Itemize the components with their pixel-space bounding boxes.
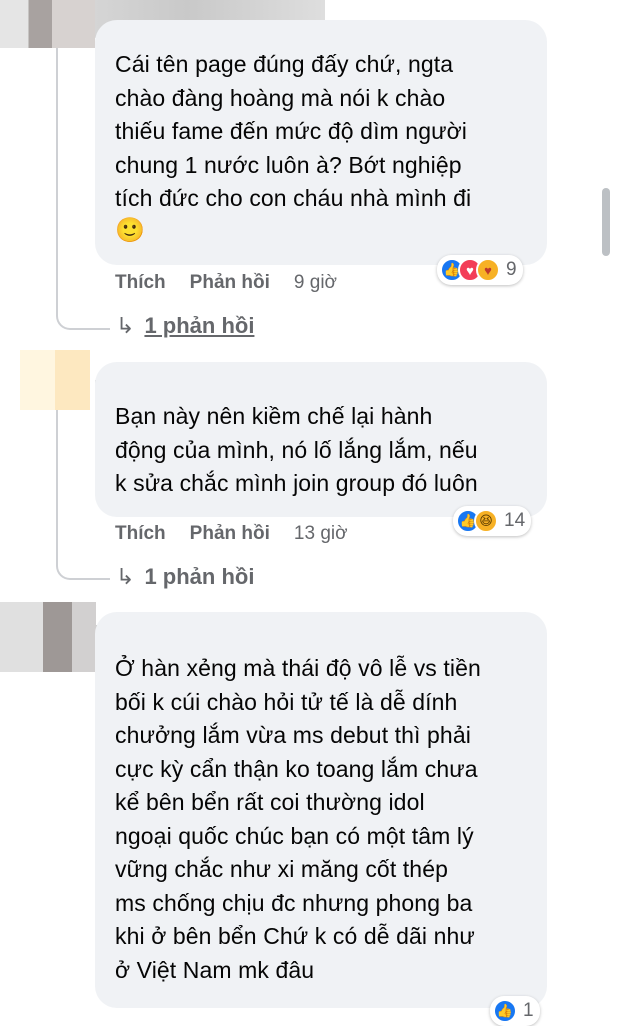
reaction-summary[interactable]: 👍 😆 14: [453, 506, 532, 536]
timestamp[interactable]: 9 giờ: [294, 272, 337, 294]
comment-bubble: Ở hàn xẻng mà thái độ vô lễ vs tiền bối …: [95, 612, 547, 1008]
comment-bubble: Bạn này nên kiềm chế lại hành động của m…: [95, 362, 547, 517]
avatar-blurred: [0, 602, 96, 672]
comment-text: Bạn này nên kiềm chế lại hành động của m…: [115, 403, 478, 496]
like-icon: 👍: [493, 999, 517, 1023]
avatar-blurred: [20, 350, 90, 410]
reaction-count: 14: [504, 510, 526, 531]
like-button[interactable]: Thích: [115, 523, 166, 545]
view-replies-link[interactable]: ↳ 1 phản hồi: [116, 313, 254, 339]
view-replies-link[interactable]: ↳ 1 phản hồi: [116, 564, 254, 590]
reply-button[interactable]: Phản hồi: [190, 272, 270, 294]
reply-button[interactable]: Phản hồi: [190, 523, 270, 545]
scrollbar-thumb[interactable]: [602, 188, 610, 256]
reaction-count: 1: [523, 1000, 534, 1021]
reply-arrow-icon: ↳: [116, 313, 135, 338]
comment-bubble: Cái tên page đúng đấy chứ, ngta chào đàn…: [95, 20, 547, 265]
timestamp[interactable]: 13 giờ: [294, 523, 348, 545]
replies-count: 1 phản hồi: [144, 313, 255, 338]
care-icon: ♥: [476, 258, 500, 282]
reply-arrow-icon: ↳: [116, 564, 135, 589]
comment-text: Cái tên page đúng đấy chứ, ngta chào đàn…: [115, 51, 472, 211]
comment-text: Ở hàn xẻng mà thái độ vô lễ vs tiền bối …: [115, 655, 481, 983]
like-button[interactable]: Thích: [115, 272, 166, 294]
reaction-summary[interactable]: 👍 1: [490, 996, 540, 1026]
haha-icon: 😆: [474, 509, 498, 533]
comment-actions: Thích Phản hồi 9 giờ: [115, 272, 337, 294]
reaction-count: 9: [506, 259, 517, 280]
avatar-blurred: [0, 0, 95, 48]
comment-actions: Thích Phản hồi 13 giờ: [115, 523, 348, 545]
reaction-summary[interactable]: 👍 ♥ ♥ 9: [437, 255, 523, 285]
slightly-smiling-face-emoji: 🙂: [115, 216, 145, 244]
replies-count: 1 phản hồi: [144, 564, 255, 589]
